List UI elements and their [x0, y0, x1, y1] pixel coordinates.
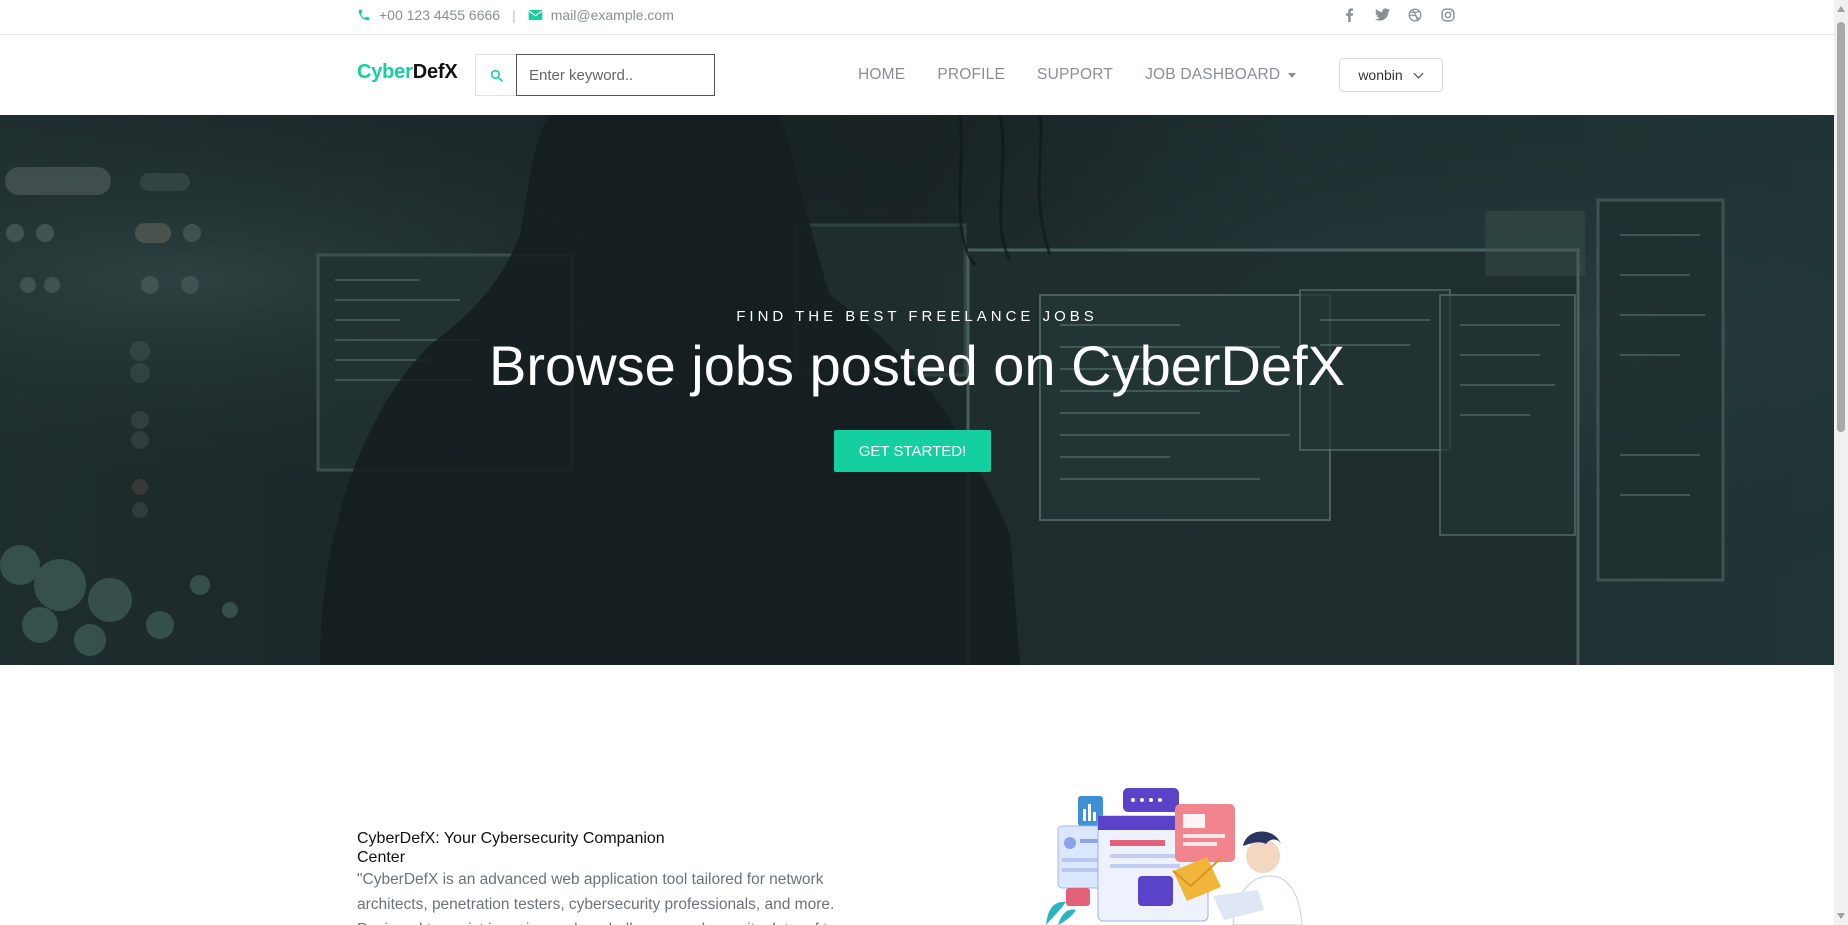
scroll-down-arrow-icon[interactable] — [1837, 913, 1845, 919]
email-contact[interactable]: mail@example.com — [528, 7, 674, 23]
about-title: CyberDefX: Your Cybersecurity Companion … — [357, 830, 665, 866]
phone-icon — [358, 9, 370, 20]
user-menu-button[interactable]: wonbin — [1339, 58, 1443, 92]
dribbble-icon[interactable] — [1407, 7, 1423, 23]
brand-part-defx: DefX — [412, 61, 458, 83]
nav-profile-label: PROFILE — [937, 66, 1006, 83]
nav-profile[interactable]: PROFILE — [937, 66, 1005, 84]
mail-icon — [528, 9, 543, 20]
nav-support-label: SUPPORT — [1037, 66, 1114, 83]
caret-down-icon — [1288, 72, 1297, 78]
contact-separator: | — [512, 6, 516, 23]
page: +00 123 4455 6666 | mail@example.com Cyb… — [0, 0, 1848, 925]
instagram-icon[interactable] — [1440, 7, 1456, 23]
social-links — [1341, 0, 1456, 29]
nav-home[interactable]: HOME — [858, 66, 905, 84]
nav-support[interactable]: SUPPORT — [1037, 66, 1113, 84]
brand-part-cyber: Cyber — [357, 61, 413, 83]
nav-links: HOME PROFILE SUPPORT JOB DASHBOARD — [858, 35, 1328, 115]
nav-job-dashboard-label: JOB DASHBOARD — [1145, 66, 1281, 83]
hero-banner: FIND THE BEST FREELANCE JOBS Browse jobs… — [0, 115, 1834, 665]
nav-home-label: HOME — [858, 66, 906, 83]
about-text: "CyberDefX is an advanced web applicatio… — [357, 871, 835, 925]
email-address: mail@example.com — [550, 6, 674, 23]
scroll-up-arrow-icon[interactable] — [1837, 6, 1845, 12]
hero-subtitle: FIND THE BEST FREELANCE JOBS — [736, 308, 1098, 325]
chevron-down-icon — [1413, 72, 1424, 79]
top-info-bar: +00 123 4455 6666 | mail@example.com — [0, 0, 1834, 35]
search-group — [475, 54, 715, 96]
scrollbar-thumb[interactable] — [1837, 22, 1845, 432]
search-input[interactable] — [516, 54, 715, 96]
search-button[interactable] — [475, 54, 516, 96]
contact-info: +00 123 4455 6666 | mail@example.com — [357, 0, 674, 29]
page-scrollbar[interactable] — [1834, 0, 1848, 925]
hero-title: Browse jobs posted on CyberDefX — [489, 334, 1345, 397]
twitter-icon[interactable] — [1374, 7, 1390, 23]
get-started-button[interactable]: GET STARTED! — [834, 430, 991, 472]
facebook-icon[interactable] — [1341, 7, 1357, 23]
nav-job-dashboard[interactable]: JOB DASHBOARD — [1145, 66, 1297, 84]
about-illustration — [1046, 788, 1302, 925]
main-navbar: CyberDefX HOME PROFILE SUPPORT JOB DASHB… — [0, 35, 1834, 115]
phone-contact[interactable]: +00 123 4455 6666 — [357, 7, 500, 23]
phone-number: +00 123 4455 6666 — [379, 6, 501, 23]
search-icon — [490, 69, 503, 82]
username: wonbin — [1358, 67, 1403, 83]
brand-logo[interactable]: CyberDefX — [357, 61, 458, 84]
